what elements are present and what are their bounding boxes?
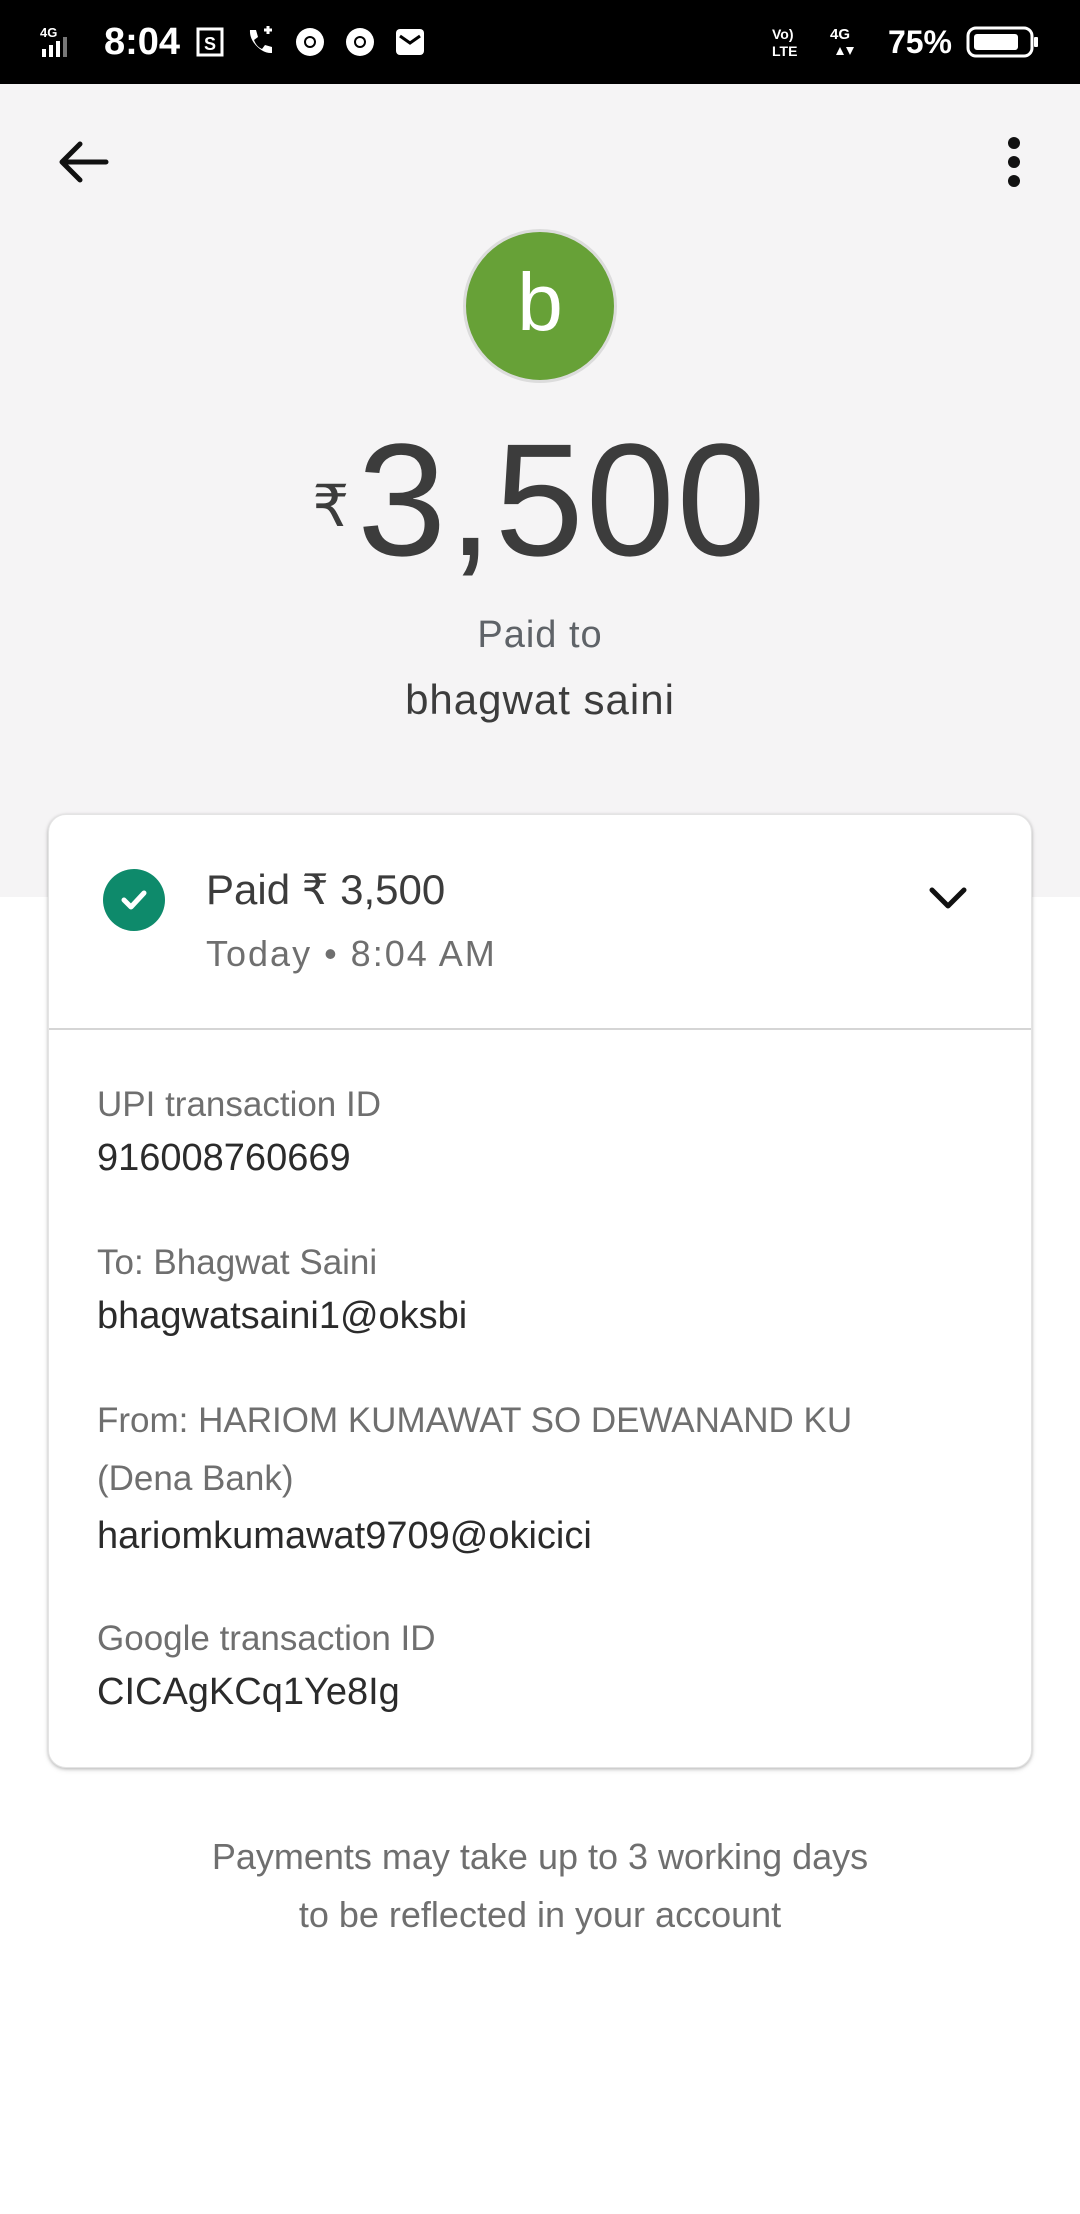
arrow-back-icon [56,134,112,195]
status-bar-right: Vo) LTE 4G 75% [770,24,1040,61]
battery-icon [966,25,1040,59]
more-options-button[interactable] [976,126,1052,202]
from-label: From: HARIOM KUMAWAT SO DEWANAND KU [97,1401,853,1440]
transaction-card: Paid ₹ 3,500 Today • 8:04 AM UPI transac… [48,814,1032,1768]
back-button[interactable] [46,126,122,202]
footer-note-line2: to be reflected in your account [298,1894,782,1935]
payee-name: bhagwat saini [405,676,675,723]
google-transaction-id-value: CICAgKCq1Ye8Ig [97,1671,400,1713]
chevron-down-icon [928,885,968,916]
more-vert-icon [1006,136,1022,193]
network-4g-icon: 4G [828,25,858,59]
upi-transaction-id-label: UPI transaction ID [97,1085,381,1124]
from-bank-label: (Dena Bank) [97,1459,294,1498]
screenshot-icon: S [196,26,226,58]
paid-to-label: Paid to [477,614,603,656]
footer-note-line1: Payments may take up to 3 working days [211,1836,869,1877]
google-transaction-id-label: Google transaction ID [97,1619,436,1658]
svg-text:4G: 4G [830,26,850,43]
summary-title: Paid ₹ 3,500 [206,866,446,913]
status-time: 8:04 [104,20,181,63]
amount-value: 3,500 [357,410,768,589]
chrome-icon [294,26,326,58]
from-upi-id: hariomkumawat9709@okicici [97,1515,592,1557]
svg-text:S: S [204,34,216,54]
transaction-summary[interactable]: Paid ₹ 3,500 Today • 8:04 AM [49,815,1031,1029]
divider [49,1028,1031,1030]
battery-percent: 75% [887,23,952,60]
signal-icon: 4G [40,25,76,59]
chrome-icon-2 [344,26,376,58]
mail-icon [394,26,426,58]
footer-note: Payments may take up to 3 working days t… [0,1828,1080,1944]
volte-icon: Vo) LTE [770,25,810,59]
svg-text:LTE: LTE [772,43,797,59]
svg-text:Vo): Vo) [772,26,794,42]
to-upi-id: bhagwatsaini1@oksbi [97,1295,468,1337]
avatar: b [463,229,617,383]
upi-transaction-id-value: 916008760669 [97,1137,351,1179]
expand-button[interactable] [923,875,973,925]
to-label: To: Bhagwat Saini [97,1243,378,1282]
phone-call-icon [244,26,276,58]
status-bar-left: 4G 8:04 S [40,21,444,64]
summary-timestamp: Today • 8:04 AM [206,933,497,974]
svg-text:4G: 4G [40,25,57,40]
currency-symbol: ₹ [312,474,350,539]
status-bar: 4G 8:04 S Vo) LTE 4G 75% [0,0,1080,84]
check-circle-icon [103,869,165,931]
amount: ₹ 3,500 [0,420,1080,580]
